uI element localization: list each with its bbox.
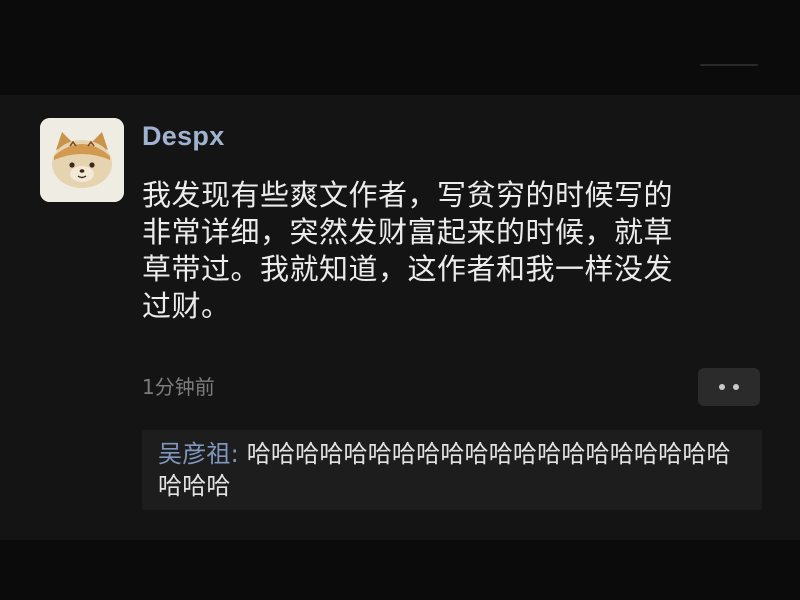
top-divider [700,64,758,66]
avatar[interactable] [40,118,124,202]
more-options-button[interactable] [698,368,760,406]
bear-avatar-icon [40,118,124,202]
more-dots-icon [719,384,739,390]
comment-separator: : [230,440,247,468]
post-author-name[interactable]: Despx [142,118,225,154]
comment-author[interactable]: 吴彦祖 [158,440,231,468]
comment-item[interactable]: 吴彦祖: 哈哈哈哈哈哈哈哈哈哈哈哈哈哈哈哈哈哈哈哈哈哈哈 [158,438,753,502]
top-bar [0,0,800,95]
bottom-area [0,540,800,600]
post-text: 我发现有些爽文作者，写贫穷的时候写的 非常详细，突然发财富起来的时候，就草 草带… [142,178,674,323]
post-timestamp: 1分钟前 [142,375,215,399]
